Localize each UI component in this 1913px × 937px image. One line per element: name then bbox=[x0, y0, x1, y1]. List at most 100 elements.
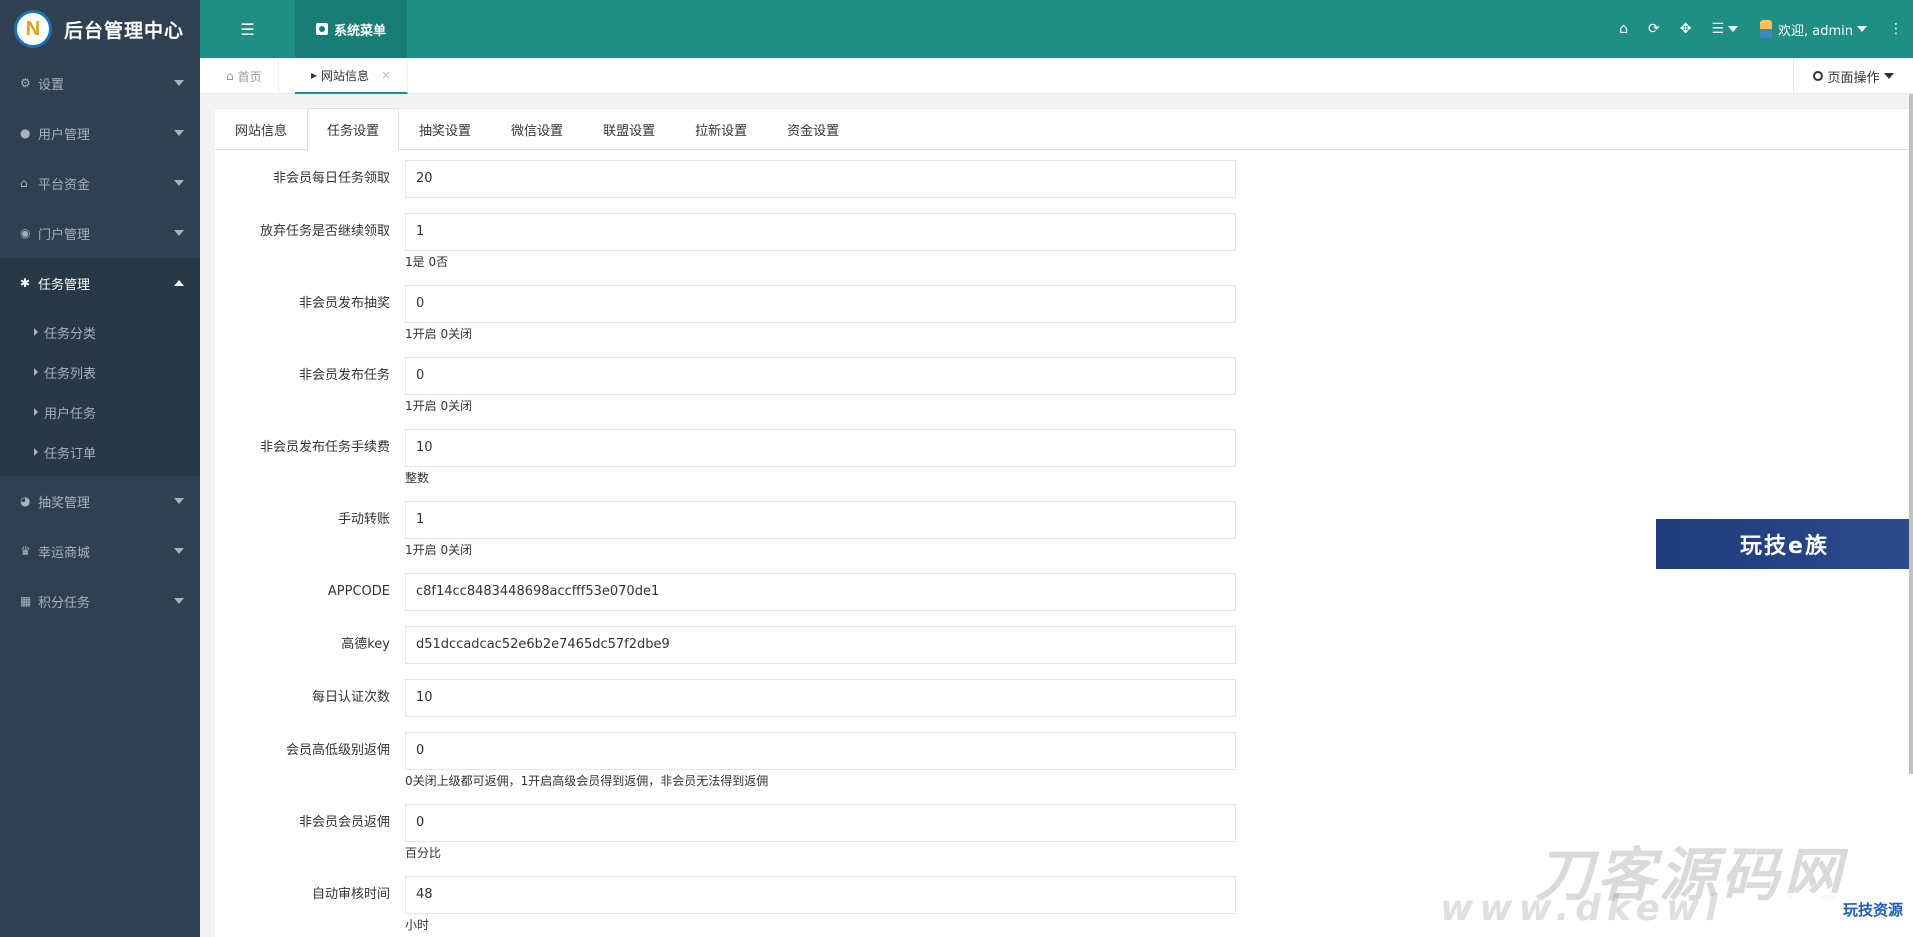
list-menu-button[interactable]: ☰ bbox=[1701, 21, 1748, 37]
sidebar-item-portal[interactable]: ◉ 门户管理 bbox=[0, 208, 200, 258]
page-tabs-bar: ⌂ 首页 ▸ 网站信息 × 页面操作 bbox=[200, 58, 1913, 94]
tab-task-settings[interactable]: 任务设置 bbox=[307, 108, 400, 150]
page-tab-home[interactable]: ⌂ 首页 bbox=[210, 58, 279, 94]
page-ops-label: 页面操作 bbox=[1827, 70, 1880, 86]
sidebar-subitem-category[interactable]: 任务分类 bbox=[0, 312, 200, 352]
field-help: 0关闭上级都可返佣，1开启高级会员得到返佣，非会员无法得到返佣 bbox=[405, 774, 769, 788]
settings-tabs: 网站信息 任务设置 抽奖设置 微信设置 联盟设置 拉新设置 资金设置 bbox=[215, 108, 859, 150]
chevron-down-icon bbox=[174, 498, 184, 504]
ad-banner[interactable]: 玩技e族 bbox=[1656, 519, 1913, 569]
member-level-commission-input[interactable]: 0 bbox=[405, 732, 1236, 770]
close-icon[interactable]: × bbox=[381, 68, 391, 82]
sidebar-subitem-user-tasks[interactable]: 用户任务 bbox=[0, 392, 200, 432]
subitem-label: 任务列表 bbox=[44, 366, 97, 382]
tab-referral-settings[interactable]: 拉新设置 bbox=[675, 108, 767, 150]
field-label: 放弃任务是否继续领取 bbox=[259, 224, 390, 239]
system-menu-label: 系统菜单 bbox=[333, 23, 386, 39]
compass-icon: ◕ bbox=[20, 494, 31, 508]
sidebar-item-label: 门户管理 bbox=[38, 227, 91, 243]
sidebar-item-label: 任务管理 bbox=[38, 277, 91, 293]
header-tools: ⌂ ⟳ ✥ ☰ 欢迎, admin ⋮ bbox=[1609, 0, 1913, 58]
sidebar-subitem-list[interactable]: 任务列表 bbox=[0, 352, 200, 392]
field-label: 手动转账 bbox=[337, 512, 390, 527]
nonmember-commission-input[interactable]: 0 bbox=[405, 804, 1236, 842]
sidebar-item-label: 设置 bbox=[38, 77, 65, 93]
bug-icon: ✱ bbox=[20, 276, 31, 290]
fullscreen-icon[interactable]: ✥ bbox=[1670, 21, 1702, 37]
sidebar-item-points[interactable]: ▦ 积分任务 bbox=[0, 576, 200, 626]
home-icon: ⌂ bbox=[226, 69, 234, 83]
system-menu-button[interactable]: 系统菜单 bbox=[295, 0, 407, 58]
sidebar-item-tasks[interactable]: ✱ 任务管理 bbox=[0, 258, 200, 308]
page-operations-button[interactable]: 页面操作 bbox=[1793, 58, 1913, 94]
tab-funds-settings[interactable]: 资金设置 bbox=[767, 108, 859, 150]
refresh-icon[interactable]: ⟳ bbox=[1638, 21, 1670, 37]
menu-toggle-button[interactable]: ☰ bbox=[200, 0, 295, 58]
caret-right-icon bbox=[34, 408, 38, 416]
tab-lottery-settings[interactable]: 抽奖设置 bbox=[399, 108, 491, 150]
field-label: 非会员发布抽奖 bbox=[298, 296, 390, 311]
field-help: 1开启 0关闭 bbox=[405, 399, 473, 413]
home-icon[interactable]: ⌂ bbox=[1609, 21, 1638, 37]
watermark-badge[interactable]: 玩技资源 bbox=[1775, 893, 1913, 925]
field-label: 会员高低级别返佣 bbox=[285, 743, 390, 758]
sidebar: ⚙ 设置 ● 用户管理 ⌂ 平台资金 ◉ 门户管理 ✱ 任务管理 任务分类 任务列表 用户… bbox=[0, 58, 200, 937]
chevron-down-icon bbox=[174, 548, 184, 554]
sidebar-item-label: 用户管理 bbox=[38, 127, 91, 143]
manual-transfer-input[interactable]: 1 bbox=[405, 501, 1236, 539]
tab-alliance-settings[interactable]: 联盟设置 bbox=[583, 108, 675, 150]
nonmember-lottery-input[interactable]: 0 bbox=[405, 285, 1236, 323]
scrollbar[interactable] bbox=[1909, 94, 1913, 774]
bank-icon: ⌂ bbox=[20, 176, 28, 190]
chevron-down-icon bbox=[174, 130, 184, 136]
sidebar-item-funds[interactable]: ⌂ 平台资金 bbox=[0, 158, 200, 208]
field-label: 自动审核时间 bbox=[311, 887, 390, 902]
caret-right-icon: ▸ bbox=[311, 68, 318, 82]
field-label: APPCODE bbox=[327, 584, 390, 599]
tab-site-info[interactable]: 网站信息 bbox=[215, 108, 307, 150]
field-label: 非会员发布任务手续费 bbox=[259, 440, 390, 455]
chevron-down-icon bbox=[174, 598, 184, 604]
field-help: 1开启 0关闭 bbox=[405, 543, 473, 557]
gears-icon: ⚙ bbox=[20, 76, 31, 90]
watermark-url: www.dkewl bbox=[1440, 888, 1724, 929]
page-tab-site-info[interactable]: ▸ 网站信息 × bbox=[295, 58, 409, 94]
abandon-continue-input[interactable]: 1 bbox=[405, 213, 1236, 251]
nonmember-task-input[interactable]: 0 bbox=[405, 357, 1236, 395]
avatar bbox=[1760, 20, 1772, 38]
chevron-down-icon bbox=[174, 230, 184, 236]
sidebar-item-label: 平台资金 bbox=[38, 177, 91, 193]
user-menu[interactable]: 欢迎, admin bbox=[1748, 20, 1879, 39]
field-label: 非会员会员返佣 bbox=[298, 815, 390, 830]
sidebar-item-label: 幸运商城 bbox=[38, 545, 91, 561]
sidebar-item-mall[interactable]: ♛ 幸运商城 bbox=[0, 526, 200, 576]
list-icon: ☰ bbox=[240, 19, 255, 39]
page-tab-label: 网站信息 bbox=[321, 68, 370, 83]
subitem-label: 用户任务 bbox=[44, 406, 97, 422]
tab-wechat-settings[interactable]: 微信设置 bbox=[491, 108, 583, 150]
sidebar-item-label: 积分任务 bbox=[38, 595, 91, 611]
brand[interactable]: N 后台管理中心 bbox=[0, 0, 200, 58]
sidebar-subitem-orders[interactable]: 任务订单 bbox=[0, 432, 200, 472]
sidebar-item-lottery[interactable]: ◕ 抽奖管理 bbox=[0, 476, 200, 526]
subitem-label: 任务分类 bbox=[44, 326, 97, 342]
field-label: 非会员每日任务领取 bbox=[272, 171, 390, 186]
field-help: 百分比 bbox=[405, 846, 442, 860]
field-label: 每日认证次数 bbox=[311, 690, 390, 705]
field-help: 整数 bbox=[405, 471, 430, 485]
amap-key-input[interactable]: d51dccadcac52e6b2e7465dc57f2dbe9 bbox=[405, 626, 1236, 664]
sidebar-item-settings[interactable]: ⚙ 设置 bbox=[0, 58, 200, 108]
appcode-input[interactable]: c8f14cc8483448698accfff53e070de1 bbox=[405, 573, 1236, 611]
grid-icon: ▦ bbox=[20, 594, 32, 608]
field-help: 1是 0否 bbox=[405, 255, 449, 269]
auto-review-time-input[interactable]: 48 bbox=[405, 876, 1236, 914]
brand-title: 后台管理中心 bbox=[64, 19, 185, 42]
daily-verify-input[interactable]: 10 bbox=[405, 679, 1236, 717]
task-fee-input[interactable]: 10 bbox=[405, 429, 1236, 467]
task-submenu: 任务分类 任务列表 用户任务 任务订单 bbox=[0, 308, 200, 476]
more-vertical-icon[interactable]: ⋮ bbox=[1879, 21, 1913, 37]
sidebar-item-users[interactable]: ● 用户管理 bbox=[0, 108, 200, 158]
field-help: 1开启 0关闭 bbox=[405, 327, 473, 341]
dot-circle-icon bbox=[1813, 71, 1824, 81]
daily-task-limit-input[interactable]: 20 bbox=[405, 160, 1236, 198]
